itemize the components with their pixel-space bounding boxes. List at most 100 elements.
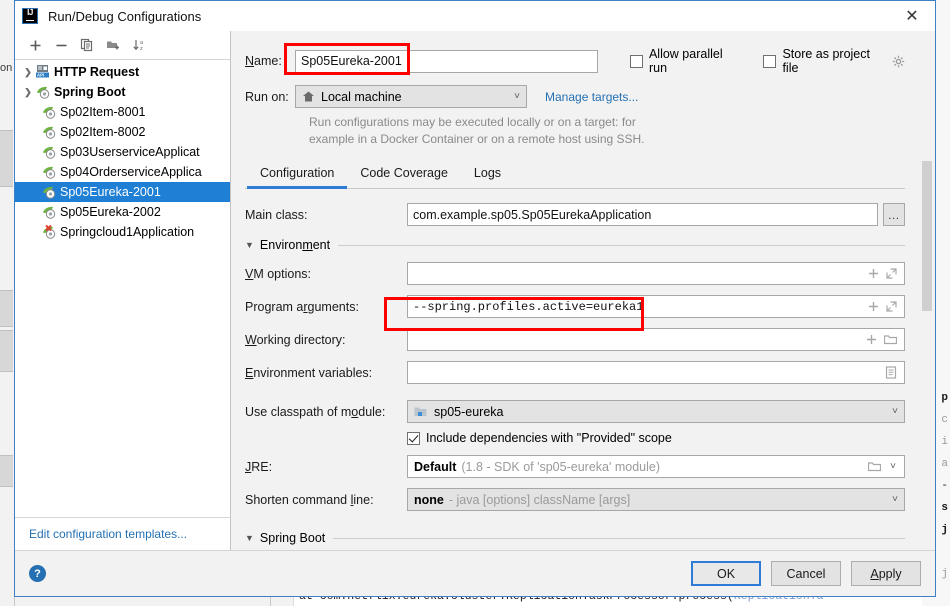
tab-logs[interactable]: Logs bbox=[461, 162, 514, 189]
store-as-project-file-checkbox-row[interactable]: Store as project file bbox=[763, 47, 905, 75]
run-on-dropdown[interactable]: Local machine ˅ bbox=[295, 85, 527, 108]
chevron-down-icon[interactable]: ˅ bbox=[892, 494, 900, 505]
folder-icon[interactable] bbox=[868, 461, 882, 472]
chevron-down-icon[interactable]: ˅ bbox=[892, 406, 900, 417]
tree-group-spring-boot[interactable]: ❯ Spring Boot bbox=[15, 82, 230, 102]
folder-icon[interactable] bbox=[884, 334, 897, 345]
program-arguments-field-icons bbox=[868, 301, 899, 312]
remove-configuration-button[interactable] bbox=[49, 34, 73, 56]
working-directory-label: Working directory: bbox=[245, 332, 346, 347]
spring-boot-section-header[interactable]: ▼ Spring Boot bbox=[245, 531, 905, 545]
close-icon[interactable]: ✕ bbox=[889, 1, 935, 31]
intellij-idea-logo-icon bbox=[22, 8, 38, 24]
name-input[interactable]: Sp05Eureka-2001 bbox=[295, 49, 598, 73]
program-arguments-value: --spring.profiles.active=eureka1 bbox=[413, 299, 644, 314]
tree-item-sp05eureka-2002[interactable]: Sp05Eureka-2002 bbox=[15, 202, 230, 222]
expand-icon[interactable] bbox=[886, 268, 897, 279]
chevron-down-icon[interactable]: ▼ bbox=[245, 533, 254, 543]
configuration-panel-inner: Name: Sp05Eureka-2001 Allow parallel run… bbox=[231, 31, 935, 555]
environment-section-header[interactable]: ▼ Environment bbox=[245, 238, 905, 252]
plus-icon[interactable] bbox=[868, 268, 879, 279]
help-button[interactable]: ? bbox=[29, 565, 46, 582]
chevron-down-icon[interactable]: ▼ bbox=[245, 240, 254, 250]
program-arguments-input[interactable]: --spring.profiles.active=eureka1 bbox=[407, 295, 905, 318]
jre-label: JRE: bbox=[245, 459, 273, 474]
shorten-command-line-hint: - java [options] className [args] bbox=[448, 492, 631, 507]
chevron-down-icon[interactable]: ˅ bbox=[514, 91, 522, 102]
svg-text:API: API bbox=[37, 73, 44, 78]
include-provided-checkbox-row[interactable]: Include dependencies with "Provided" sco… bbox=[407, 431, 672, 445]
use-classpath-dropdown[interactable]: sp05-eureka ˅ bbox=[407, 400, 905, 423]
background-left-chip bbox=[0, 290, 13, 327]
tree-item-sp04orderservice[interactable]: Sp04OrderserviceApplica bbox=[15, 162, 230, 182]
edit-configuration-templates-link[interactable]: Edit configuration templates... bbox=[29, 527, 187, 541]
spring-boot-icon bbox=[41, 104, 58, 120]
tab-code-coverage[interactable]: Code Coverage bbox=[347, 162, 461, 189]
tab-configuration[interactable]: Configuration bbox=[247, 162, 348, 189]
tree-item-springcloud1application[interactable]: Springcloud1Application bbox=[15, 222, 230, 242]
tree-item-sp02item-8001[interactable]: Sp02Item-8001 bbox=[15, 102, 230, 122]
plus-icon[interactable] bbox=[866, 334, 877, 345]
tree-item-sp05eureka-2001[interactable]: Sp05Eureka-2001 bbox=[15, 182, 230, 202]
apply-button[interactable]: Apply bbox=[851, 561, 921, 586]
jre-row: JRE: Default (1.8 - SDK of 'sp05-eureka'… bbox=[245, 455, 905, 478]
add-folder-button[interactable] bbox=[101, 34, 125, 56]
background-left-chip bbox=[0, 330, 13, 372]
environment-section-title: Environment bbox=[259, 238, 331, 252]
panel-scrollbar[interactable] bbox=[922, 161, 932, 311]
configurations-tree: ❯ API HTTP Request ❯ Spring Boot Sp02Ite… bbox=[15, 60, 230, 517]
chevron-down-icon[interactable]: ˅ bbox=[890, 461, 898, 472]
working-directory-input[interactable] bbox=[407, 328, 905, 351]
allow-parallel-run-checkbox[interactable] bbox=[629, 54, 643, 68]
background-left-label: on bbox=[0, 62, 13, 74]
add-configuration-button[interactable] bbox=[23, 34, 47, 56]
run-on-label: Run on: bbox=[245, 89, 289, 104]
jre-dropdown[interactable]: Default (1.8 - SDK of 'sp05-eureka' modu… bbox=[407, 455, 905, 478]
configuration-tabs: Configuration Code Coverage Logs bbox=[245, 162, 905, 189]
background-code-fragment: j bbox=[941, 568, 948, 580]
spring-boot-section-title: Spring Boot bbox=[259, 531, 326, 545]
ok-button[interactable]: OK bbox=[691, 561, 761, 586]
environment-variables-input[interactable] bbox=[407, 361, 905, 384]
tree-item-sp03userservice[interactable]: Sp03UserserviceApplicat bbox=[15, 142, 230, 162]
chevron-right-icon[interactable]: ❯ bbox=[21, 67, 35, 78]
main-class-input[interactable]: com.example.sp05.Sp05EurekaApplication bbox=[407, 203, 879, 226]
background-code-fragment: - bbox=[941, 480, 948, 492]
store-as-project-file-checkbox[interactable] bbox=[763, 54, 777, 68]
cancel-button[interactable]: Cancel bbox=[771, 561, 841, 586]
spring-boot-icon bbox=[41, 124, 58, 140]
environment-variables-field-icons bbox=[885, 366, 899, 379]
sort-alphabetically-button[interactable]: a z bbox=[127, 34, 151, 56]
environment-variables-label: Environment variables: bbox=[245, 365, 373, 380]
include-provided-checkbox[interactable] bbox=[407, 431, 420, 445]
vm-options-input[interactable] bbox=[407, 262, 905, 285]
name-row: Name: Sp05Eureka-2001 Allow parallel run… bbox=[245, 47, 905, 75]
allow-parallel-run-checkbox-row[interactable]: Allow parallel run bbox=[629, 47, 741, 75]
gear-icon[interactable] bbox=[892, 55, 905, 68]
vm-options-row: VM options: bbox=[245, 262, 905, 285]
chevron-down-icon[interactable]: ❯ bbox=[21, 87, 35, 98]
tree-item-label: Springcloud1Application bbox=[60, 225, 195, 239]
spring-boot-icon bbox=[35, 84, 52, 100]
tree-item-sp02item-8002[interactable]: Sp02Item-8002 bbox=[15, 122, 230, 142]
tree-item-label: Sp04OrderserviceApplica bbox=[60, 165, 202, 179]
shorten-command-line-dropdown[interactable]: none - java [options] className [args] ˅ bbox=[407, 488, 905, 511]
tree-item-label: Sp05Eureka-2002 bbox=[60, 205, 161, 219]
list-icon[interactable] bbox=[885, 366, 897, 379]
run-on-hint-line-1: Run configurations may be executed local… bbox=[309, 115, 636, 129]
manage-targets-link[interactable]: Manage targets... bbox=[545, 90, 638, 104]
plus-icon bbox=[30, 40, 40, 50]
tree-group-http-request[interactable]: ❯ API HTTP Request bbox=[15, 62, 230, 82]
run-on-value: Local machine bbox=[321, 89, 402, 104]
minus-icon bbox=[56, 44, 66, 46]
section-divider bbox=[338, 244, 905, 246]
main-class-browse-button[interactable]: … bbox=[883, 203, 905, 226]
copy-configuration-button[interactable] bbox=[75, 34, 99, 56]
allow-parallel-run-label: Allow parallel run bbox=[648, 47, 723, 75]
dialog-footer: ? OK Cancel Apply bbox=[15, 550, 935, 596]
expand-icon[interactable] bbox=[886, 301, 897, 312]
vm-options-label: VM options: bbox=[245, 266, 312, 281]
plus-icon[interactable] bbox=[868, 301, 879, 312]
main-class-label: Main class: bbox=[245, 207, 308, 222]
background-left-chip bbox=[0, 455, 13, 487]
